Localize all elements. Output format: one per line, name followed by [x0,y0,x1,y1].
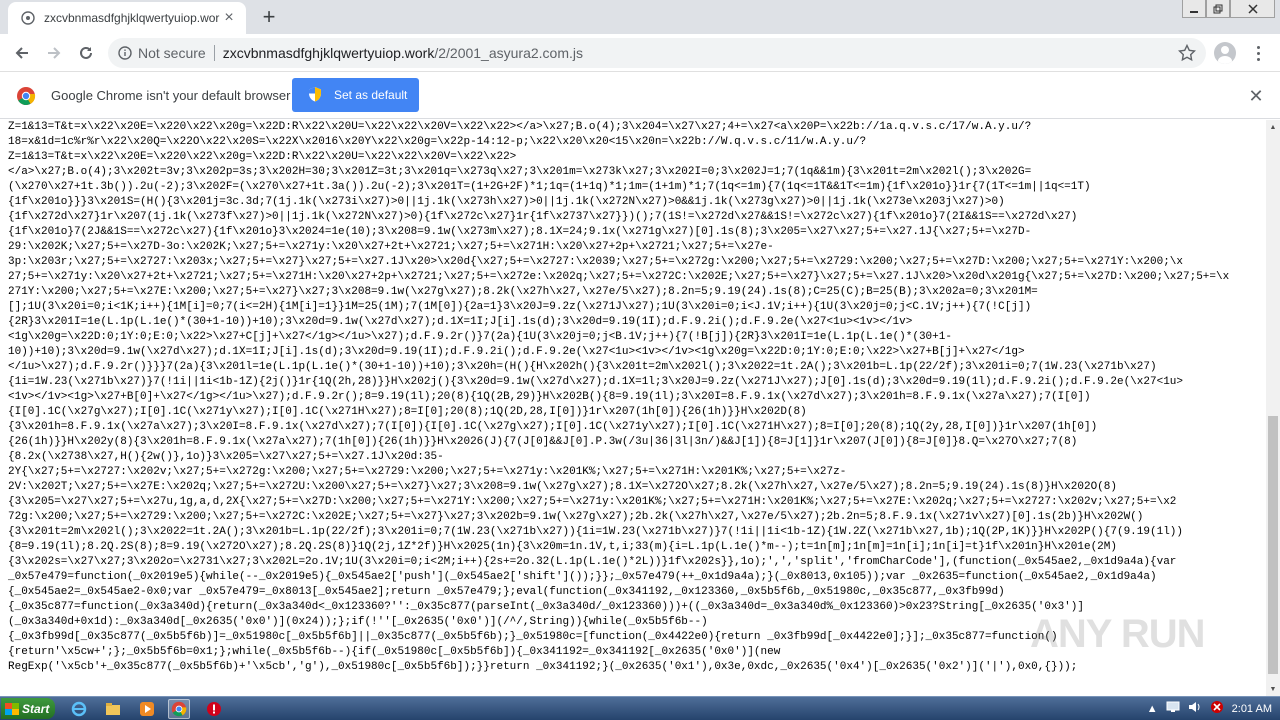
start-label: Start [22,701,50,716]
code-line: {return'\x5cw+';};_0x5b5f6b=0x1;};while(… [8,646,781,658]
security-label: Not secure [138,45,206,61]
code-line: {3\x201h=8.F.9.1x(\x27a\x27);3\x20I=8.F.… [8,421,1098,433]
window-controls [1182,0,1275,18]
code-line: (_0x3a340d+0x1d):_0x3a340d[_0x2635('0x0'… [8,616,708,628]
security-indicator[interactable]: Not secure [118,45,206,61]
url-text[interactable]: zxcvbnmasdfghjklqwertyuiop.work/2/2001_a… [223,45,583,61]
scroll-down-arrow-icon[interactable]: ▼ [1266,682,1280,696]
code-line: RegExp('\x5cb'+_0x35c877(_0x5b5f6b)+'\x5… [8,661,1078,673]
code-line: {_0x35c877=function(_0x3a340d){return(_0… [8,601,1084,613]
code-line: 72g:\x200;\x27;5+=\x2729:\x200;\x27;5+=\… [8,511,1144,523]
volume-icon[interactable] [1188,701,1202,716]
code-line: {8=9.19(1l);8.2Q.2S(8);8=9.19(\x272O\x27… [8,541,1117,553]
code-line: {1f\x272d\x27}1r\x207(1j.1k(\x273f\x27)>… [8,211,1078,223]
code-line: {_0x545ae2=_0x545ae2-0x0;var _0x57e479=_… [8,586,1005,598]
browser-toolbar: Not secure zxcvbnmasdfghjklqwertyuiop.wo… [0,34,1280,72]
code-line: 3p:\x203r;\x27;5+=\x2727:\x203x;\x27;5+=… [8,256,1183,268]
infobar-message: Google Chrome isn't your default browser [51,88,291,103]
code-line: {8.2x(\x2738\x27,H(){2w()},1o)}3\x205=\x… [8,451,444,463]
code-line: {3\x201t=2m\x202l();3\x2022=1t.2A();3\x2… [8,526,1183,538]
stop-sign-icon[interactable] [203,699,225,719]
code-line: 10))+10);3\x20d=9.1w(\x27d\x27);d.1X=1I;… [8,346,1025,358]
code-line: {1i=1W.23(\x271b\x27)}7(!1i||1i<1b-1Z){2… [8,376,1183,388]
code-line: <1v></1v><1g>\x27+B[0]+\x27</1g></1u>\x2… [8,391,1091,403]
tab-title: zxcvbnmasdfghjklqwertyuiop.work/2/ [44,11,220,25]
default-browser-infobar: Google Chrome isn't your default browser… [0,72,1280,119]
profile-avatar-icon[interactable] [1214,42,1236,64]
clock[interactable]: 2:01 AM [1232,703,1272,715]
code-line: 27;5+=\x271y:\x20\x27+2t+\x2721;\x27;5+=… [8,271,1230,283]
network-icon[interactable] [1166,701,1180,716]
code-line: {3\x202s=\x27\x27;3\x202o=\x2731\x27;3\x… [8,556,1177,568]
code-line: 18=x&1d=1c%r%r\x22\x20Q=\x22O\x22\x20S=\… [8,136,867,148]
code-line: {1f\x201o}}}3\x201S=(H(){3\x201j=3c.3d;7… [8,196,1005,208]
url-domain: zxcvbnmasdfghjklqwertyuiop.work [222,45,435,61]
code-line: </1u>\x27);d.F.9.2r()}}}7(2a){3\x201l=1e… [8,361,1157,373]
windows-logo-icon [5,702,19,715]
more-menu-icon[interactable] [1248,42,1268,64]
code-line: {2R}3\x201I=1e(L.1p(L.1e()*(30+1-10))+10… [8,316,913,328]
code-line: Z=1&13=T&t=x\x22\x20E=\x220\x22\x20g=\x2… [8,121,1032,133]
watermark-text: ANY RUN [1030,612,1206,656]
scroll-up-arrow-icon[interactable]: ▲ [1266,120,1280,134]
minimize-button[interactable] [1182,0,1206,18]
omnibox-divider [213,45,215,61]
code-line: 2V:\x202T;\x27;5+=\x27E:\x202q;\x27;5+=\… [8,481,1117,493]
back-arrow-icon[interactable] [8,39,36,67]
code-line: <1g\x20g=\x22D:0;1Y:0;E:0;\x22>\x27+C[j]… [8,331,952,343]
anyrun-watermark: ANY RUN [1030,612,1206,657]
infobar-close-icon[interactable]: ✕ [1246,86,1266,106]
url-path: /2/2001_asyura2.com.js [434,45,583,61]
internet-explorer-icon[interactable] [68,699,90,719]
code-line: (\x270\x27+1t.3b()).2u(-2);3\x202F=(\x27… [8,181,1091,193]
tab-strip: zxcvbnmasdfghjklqwertyuiop.work/2/ × + [0,0,1280,34]
source-code-text: Z=1&13=T&t=x\x22\x20E=\x220\x22\x20g=\x2… [8,120,1266,675]
page-content: Z=1&13=T&t=x\x22\x20E=\x220\x22\x20g=\x2… [0,120,1266,696]
browser-tab[interactable]: zxcvbnmasdfghjklqwertyuiop.work/2/ × [8,2,246,34]
code-line: _0x57e479=function(_0x2019e5){while(--_0… [8,571,1157,583]
security-flag-icon[interactable] [1210,700,1224,717]
globe-icon [20,10,36,26]
info-icon [118,46,132,60]
address-bar[interactable]: Not secure zxcvbnmasdfghjklqwertyuiop.wo… [108,38,1206,68]
vertical-scrollbar[interactable]: ▲ ▼ [1266,120,1280,696]
media-player-icon[interactable] [136,699,158,719]
set-as-default-label: Set as default [334,88,408,102]
windows-taskbar: Start ▲ 2:01 AM [0,696,1280,720]
bookmark-star-icon[interactable] [1177,43,1197,67]
shield-icon [308,86,322,105]
code-line: 271Y:\x200;\x27;5+=\x27E:\x200;\x27;5+=\… [8,286,1038,298]
code-line: {I[0].1C(\x27g\x27);I[0].1C(\x271y\x27);… [8,406,807,418]
chrome-logo-icon [16,86,36,111]
code-line: {26(1h)}}H\x202y(8){3\x201h=8.F.9.1x(\x2… [8,436,1078,448]
start-button[interactable]: Start [1,698,55,719]
new-tab-button[interactable]: + [256,4,282,29]
code-line: 29:\x202K;\x27;5+=\x27D-3o:\x202K;\x27;5… [8,241,774,253]
set-as-default-button[interactable]: Set as default [292,78,419,112]
reload-icon[interactable] [72,39,100,67]
window-close-button[interactable] [1230,0,1275,18]
code-line: {3\x205=\x27\x27;5+=\x27u,1g,a,d,2X{\x27… [8,496,1177,508]
scrollbar-thumb[interactable] [1268,416,1278,674]
tab-close-icon[interactable]: × [220,9,238,27]
code-line: Z=1&13=T&t=x\x22\x20E=\x220\x22\x20g=\x2… [8,151,517,163]
code-line: {1f\x201o}7(2J&&1S==\x272c\x27){1f\x201o… [8,226,1032,238]
tray-expand-icon[interactable]: ▲ [1147,703,1158,715]
code-line: </a>\x27;B.o(4);3\x202t=3v;3\x202p=3s;3\… [8,166,1032,178]
code-line: {_0x3fb99d[_0x35c877(_0x5b5f6b)]=_0x5198… [8,631,1058,643]
code-line: [];1U(3\x20i=0;i<1K;i++){1M[i]=0;7(i<=2H… [8,301,1032,313]
restore-button[interactable] [1206,0,1230,18]
chrome-taskbar-icon[interactable] [168,699,190,719]
file-explorer-icon[interactable] [102,699,124,719]
forward-arrow-icon[interactable] [40,39,68,67]
system-tray: ▲ 2:01 AM [1139,697,1280,720]
code-line: 2Y{\x27;5+=\x2727:\x202v;\x27;5+=\x272g:… [8,466,847,478]
